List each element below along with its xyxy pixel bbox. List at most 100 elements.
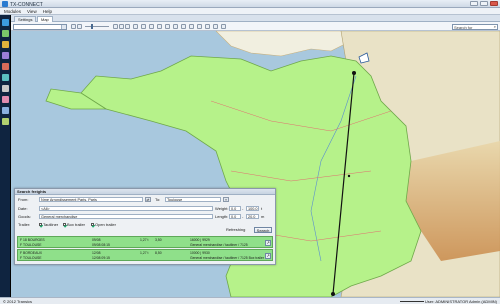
vehicle-icon[interactable]	[181, 24, 186, 29]
book-icon[interactable]	[2, 107, 9, 114]
search-freights-panel: Search freights From: Nme Arrondissement…	[14, 188, 276, 265]
weight-label: Weight:	[215, 206, 229, 211]
location-combo[interactable]	[13, 23, 67, 30]
refresh-label: Refreshing	[226, 227, 246, 232]
from-field[interactable]: Nme Arrondissement Paris, Paris	[39, 197, 143, 202]
map-toolbar: Search for ⌕	[11, 22, 500, 31]
close-button[interactable]	[490, 1, 498, 6]
swap-button[interactable]: ⇄	[145, 197, 151, 202]
goods-label: Goods:	[18, 214, 31, 219]
chart-icon[interactable]	[2, 74, 9, 81]
waypoint-marker[interactable]	[347, 174, 351, 178]
grid-icon[interactable]	[205, 24, 210, 29]
zoom-in-icon[interactable]	[77, 24, 82, 29]
result-weight: 1,27 t	[140, 251, 149, 255]
user-icon[interactable]	[2, 52, 9, 59]
map-icon[interactable]	[2, 118, 9, 125]
result-row[interactable]: F 18 BOURGES F TOULOUSE 09/08 09/08 08:1…	[17, 236, 273, 248]
date-select[interactable]: <All>	[39, 206, 213, 211]
end-marker[interactable]	[331, 292, 335, 296]
select-icon[interactable]	[133, 24, 138, 29]
info-icon[interactable]	[221, 24, 226, 29]
search-button[interactable]: Search	[254, 227, 272, 233]
weight-unit: t	[261, 206, 263, 211]
result-ref: 10000 | 9930	[190, 251, 210, 255]
trailer-tautliner-label: Tautliner	[43, 222, 59, 227]
locate-button[interactable]: ⌖	[223, 197, 229, 202]
close-icon[interactable]	[197, 24, 202, 29]
trailer-open-checkbox[interactable]: Open trailer	[91, 222, 116, 227]
open-result-icon[interactable]: ↗	[265, 240, 271, 246]
window-controls	[470, 1, 498, 6]
title-bar: TX-CONNECT	[0, 0, 500, 8]
checkbox-checked-icon[interactable]	[63, 223, 66, 227]
open-result-icon[interactable]: ↗	[265, 253, 271, 259]
checkbox-checked-icon[interactable]	[91, 223, 94, 227]
search-placeholder: Search for	[454, 24, 473, 30]
length-unit: m	[261, 214, 265, 219]
chevron-down-icon[interactable]	[61, 24, 66, 29]
result-date: 12/08	[92, 251, 101, 255]
to-field[interactable]: Toulouse	[165, 197, 221, 202]
ruler-icon[interactable]	[149, 24, 154, 29]
menu-view[interactable]: View	[27, 9, 37, 14]
truck-filter-icon[interactable]	[173, 24, 178, 29]
folder-icon[interactable]	[2, 41, 9, 48]
result-to: F TOULOUSE	[20, 243, 42, 247]
monitor-icon[interactable]	[2, 19, 9, 26]
result-weight: 1,27 t	[140, 238, 149, 242]
weight-to-value: 100.0	[248, 207, 258, 211]
zoom-slider[interactable]	[85, 24, 109, 29]
minimize-button[interactable]	[470, 1, 478, 6]
message-icon[interactable]	[2, 96, 9, 103]
menu-bar: Modules View Help	[0, 8, 500, 15]
alert-icon[interactable]	[2, 63, 9, 70]
zoom-fit-icon[interactable]	[113, 24, 118, 29]
result-row[interactable]: F BORDEAUX F TOULOUSE 12/08 12/08 09:15 …	[17, 249, 273, 261]
result-to: F TOULOUSE	[20, 256, 42, 260]
search-input[interactable]: Search for ⌕	[452, 23, 498, 30]
zoom-slider-knob[interactable]	[91, 24, 93, 29]
copyright-text: © 2012 Transics	[3, 299, 32, 304]
menu-help[interactable]: Help	[43, 9, 52, 14]
search-icon[interactable]: ⌕	[494, 25, 496, 29]
menu-modules[interactable]: Modules	[4, 9, 21, 14]
goods-value: General merchandise	[41, 215, 78, 219]
length-to-field[interactable]: 20.0	[246, 214, 259, 219]
settings-icon[interactable]	[189, 24, 194, 29]
result-goods: General merchandise / tautliner / 7125	[190, 243, 248, 247]
document-icon[interactable]	[2, 85, 9, 92]
result-length: 3,50	[155, 238, 162, 242]
length-from-value: 0.0	[231, 215, 237, 219]
truck-icon[interactable]	[2, 30, 9, 37]
goods-select[interactable]: General merchandise	[39, 214, 213, 219]
weight-from-field[interactable]: 0.0	[229, 206, 241, 211]
zoom-out-icon[interactable]	[71, 24, 76, 29]
status-bar: © 2012 Transics User: ADMINISTRATOR Admi…	[0, 297, 500, 304]
start-marker[interactable]	[352, 71, 356, 75]
pan-icon[interactable]	[119, 24, 124, 29]
layers-icon[interactable]	[141, 24, 146, 29]
poi-icon[interactable]	[165, 24, 170, 29]
checkbox-checked-icon[interactable]	[39, 223, 42, 227]
result-length: 8,50	[155, 251, 162, 255]
result-goods: General merchandise / tautliner / 7125 B…	[190, 256, 264, 260]
length-from-field[interactable]: 0.0	[229, 214, 241, 219]
print-icon[interactable]	[213, 24, 218, 29]
weight-to-field[interactable]: 100.0	[246, 206, 259, 211]
map-view[interactable]: Search freights From: Nme Arrondissement…	[11, 31, 500, 297]
app-title: TX-CONNECT	[10, 1, 43, 8]
maximize-button[interactable]	[480, 1, 488, 6]
result-from: F 18 BOURGES	[20, 238, 45, 242]
trailer-label: Trailer:	[18, 222, 31, 227]
panel-title: Search freights	[15, 189, 275, 195]
route-icon[interactable]	[157, 24, 162, 29]
app-logo-icon	[2, 1, 8, 7]
result-datetime: 09/08 08:15	[92, 243, 110, 247]
trailer-box-checkbox[interactable]: Box trailer	[63, 222, 85, 227]
range-dash: -	[242, 206, 244, 211]
refresh-icon[interactable]	[125, 24, 130, 29]
trailer-tautliner-checkbox[interactable]: Tautliner	[39, 222, 58, 227]
user-status: User: ADMINISTRATOR Admin (ADMIN)	[424, 299, 497, 304]
length-label: Length:	[215, 214, 229, 219]
